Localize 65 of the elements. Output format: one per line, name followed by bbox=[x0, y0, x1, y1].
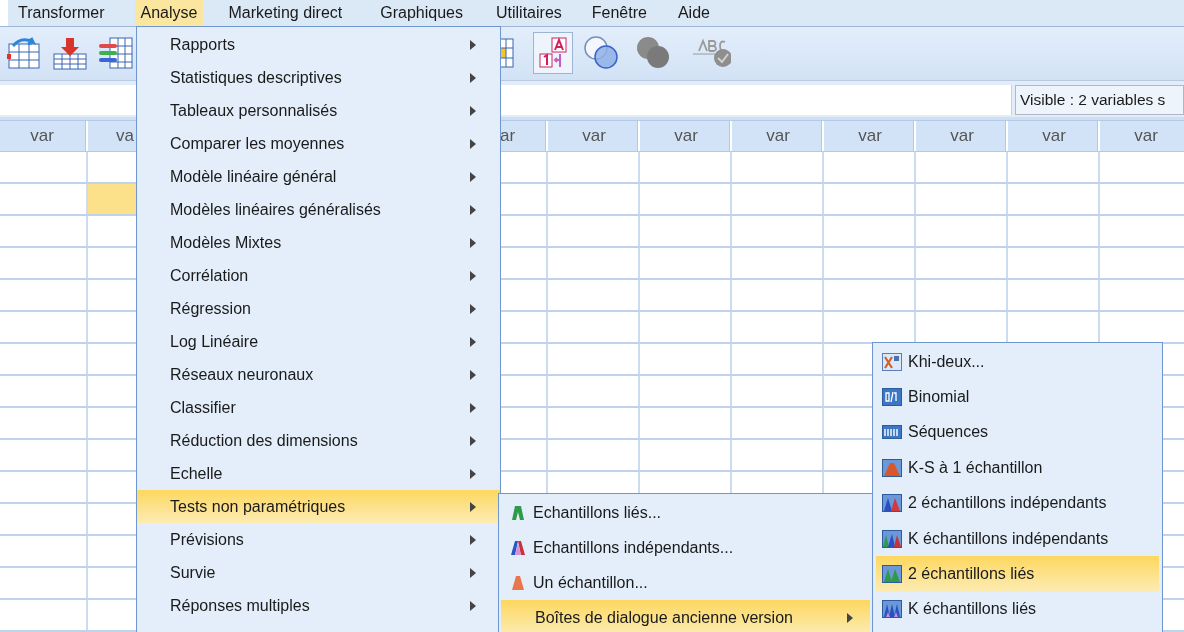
menu-item[interactable]: Modèles Mixtes bbox=[137, 226, 500, 259]
menu-item[interactable]: Echantillons liés... bbox=[501, 495, 870, 530]
peak-icon bbox=[509, 573, 527, 592]
menu-item[interactable]: 2 échantillons liés bbox=[876, 556, 1159, 592]
column-header[interactable]: var bbox=[950, 126, 974, 146]
menu-item[interactable]: Séquences bbox=[876, 414, 1159, 451]
insert-row-icon bbox=[52, 36, 88, 71]
menu-item[interactable]: Un échantillon... bbox=[501, 565, 870, 600]
menu-item[interactable]: Réponses multiples bbox=[137, 589, 500, 622]
split-peak-icon bbox=[509, 503, 527, 522]
menu-bar-item[interactable]: Graphiques bbox=[374, 0, 469, 27]
menu-item[interactable]: Survie bbox=[137, 556, 500, 589]
menu-item[interactable]: Echantillons indépendants... bbox=[501, 530, 870, 565]
curve-chart-icon bbox=[882, 458, 902, 477]
menu-item[interactable]: K échantillons liés bbox=[876, 591, 1159, 628]
menu-bar-item[interactable]: Analyse bbox=[134, 0, 204, 27]
multiple-curves-icon bbox=[882, 600, 902, 619]
menu-item[interactable]: Rapports bbox=[137, 28, 500, 61]
menu-item[interactable]: Comparer les moyennes bbox=[137, 127, 500, 160]
menu-item[interactable]: K-S à 1 échantillon bbox=[876, 450, 1159, 486]
menu-item[interactable]: Modèles linéaires généralisés bbox=[137, 193, 500, 226]
menu-item[interactable]: Statistiques descriptives bbox=[137, 61, 500, 94]
menu-item[interactable]: Régression bbox=[137, 292, 500, 325]
two-curves-icon bbox=[882, 494, 902, 513]
menu-item[interactable]: Modèle linéaire général bbox=[137, 160, 500, 193]
overlapping-circles-icon bbox=[583, 35, 619, 72]
column-header[interactable]: var bbox=[1042, 126, 1066, 146]
visible-variables-status: Visible : 2 variables s bbox=[1015, 84, 1184, 115]
column-header[interactable]: var bbox=[1134, 126, 1158, 146]
column-header[interactable]: var bbox=[858, 126, 882, 146]
menu-bar-item[interactable]: Fenêtre bbox=[585, 0, 653, 27]
column-header[interactable]: var bbox=[766, 126, 790, 146]
menu-item[interactable]: K échantillons indépendants bbox=[876, 520, 1159, 557]
menu-bar-item[interactable]: Marketing direct bbox=[222, 0, 349, 27]
column-header[interactable]: var bbox=[674, 126, 698, 146]
menu-item[interactable]: Khi-deux... bbox=[876, 344, 1159, 380]
menu-item[interactable]: Réseaux neuronaux bbox=[137, 358, 500, 391]
paired-curves-icon bbox=[882, 565, 902, 584]
overlapping-peaks-icon bbox=[509, 538, 527, 557]
menu-bar-item[interactable]: Aide bbox=[671, 0, 716, 27]
column-header[interactable]: var bbox=[30, 126, 54, 146]
menu-item[interactable]: Binomial bbox=[876, 379, 1159, 415]
menu-item[interactable]: Réduction des dimensions bbox=[137, 424, 500, 457]
menu-item[interactable]: Corrélation bbox=[137, 259, 500, 292]
menu-bar-item[interactable]: Transformer bbox=[12, 0, 111, 27]
menu-item[interactable]: 2 échantillons indépendants bbox=[876, 485, 1159, 521]
three-curves-icon bbox=[882, 529, 902, 548]
menu-bar-item[interactable]: Utilitaires bbox=[490, 0, 568, 27]
menu-item[interactable]: Classifier bbox=[137, 391, 500, 424]
binary-digits-icon bbox=[882, 388, 902, 407]
spell-check-icon bbox=[691, 38, 731, 69]
menu-item[interactable]: Tests non paramétriques bbox=[137, 490, 500, 523]
menu-item[interactable]: Tableaux personnalisés bbox=[137, 94, 500, 127]
menu-item[interactable]: Boîtes de dialogue ancienne version bbox=[501, 600, 870, 632]
column-header[interactable]: ar bbox=[500, 126, 516, 146]
menu-item[interactable]: Prévisions bbox=[137, 523, 500, 556]
value-labels-icon bbox=[538, 37, 568, 70]
table-undo-icon bbox=[7, 36, 41, 71]
insert-variable-icon bbox=[98, 36, 134, 71]
menu-item[interactable]: Log Linéaire bbox=[137, 325, 500, 358]
sequence-blocks-icon bbox=[882, 423, 902, 442]
column-header[interactable]: va bbox=[116, 126, 134, 146]
menu-item[interactable]: Echelle bbox=[137, 457, 500, 490]
column-header[interactable]: var bbox=[582, 126, 606, 146]
chi-square-icon bbox=[882, 352, 902, 371]
